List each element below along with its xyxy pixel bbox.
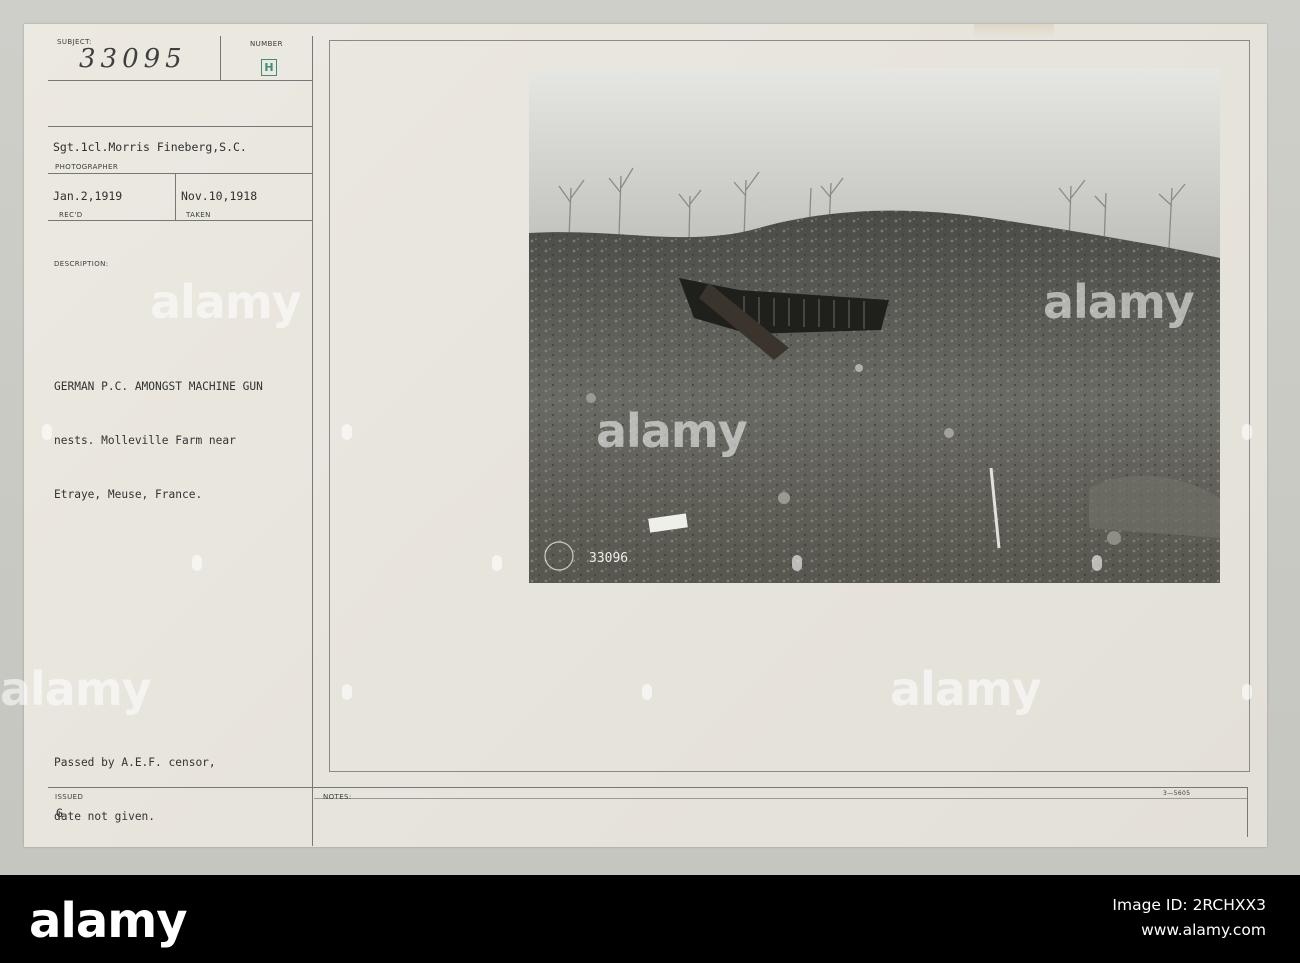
subject-row-rule: [48, 80, 312, 81]
watermark: alamy: [150, 275, 302, 329]
censor-line: date not given.: [54, 810, 156, 823]
watermark-mark: [192, 555, 202, 571]
watermark: alamy: [596, 404, 748, 458]
image-id-label: Image ID:: [1112, 896, 1188, 914]
notes-right-rule: [1247, 787, 1248, 837]
description-text: GERMAN P.C. AMONGST MACHINE GUN nests. M…: [54, 342, 354, 522]
watermark-mark: [1092, 555, 1102, 571]
photographer-name: Sgt.1cl.Morris Fineberg,S.C.: [53, 140, 247, 154]
watermark-mark: [342, 424, 352, 440]
date-divider: [175, 173, 176, 221]
image-id-line: Image ID: 2RCHXX3: [1112, 896, 1266, 914]
watermark-mark: [1242, 424, 1252, 440]
description-line: nests. Molleville Farm near: [54, 434, 236, 447]
subject-number: 33095: [79, 44, 187, 74]
watermark-mark: [342, 684, 352, 700]
watermark-mark: [1242, 684, 1252, 700]
subject-number-divider: [220, 36, 221, 81]
photo-negative-number: 33096: [589, 551, 628, 566]
description-label: DESCRIPTION:: [54, 260, 109, 268]
taken-label: TAKEN: [186, 211, 211, 219]
date-rule: [48, 220, 312, 221]
censor-note: Passed by A.E.F. censor, date not given.: [54, 718, 354, 844]
photographer-rule: [48, 173, 312, 174]
watermark-mark: [792, 555, 802, 571]
watermark-mark: [492, 555, 502, 571]
photographer-label: PHOTOGRAPHER: [55, 163, 119, 171]
issued-value: G: [56, 806, 63, 820]
notes-rule: [314, 798, 1248, 799]
form-number: 3—5605: [1163, 790, 1191, 797]
notes-label: NOTES:: [323, 793, 352, 801]
number-label: NUMBER: [250, 40, 283, 48]
watermark: alamy: [0, 662, 152, 716]
site-url: www.alamy.com: [1141, 921, 1266, 939]
watermark-mark: [642, 684, 652, 700]
watermark: alamy: [890, 662, 1042, 716]
censor-line: Passed by A.E.F. censor,: [54, 756, 216, 769]
watermark: alamy: [1043, 275, 1195, 329]
watermark-mark: [42, 424, 52, 440]
image-id: 2RCHXX3: [1192, 896, 1266, 914]
received-label: REC'D: [59, 211, 83, 219]
description-line: GERMAN P.C. AMONGST MACHINE GUN: [54, 380, 263, 393]
stock-footer-bar: [0, 875, 1300, 963]
description-line: Etraye, Meuse, France.: [54, 488, 203, 501]
received-date: Jan.2,1919: [53, 189, 123, 203]
taken-date: Nov.10,1918: [181, 189, 258, 203]
top-rule: [48, 126, 312, 127]
number-stamp: H: [261, 59, 277, 76]
issued-label: ISSUED: [55, 793, 84, 801]
alamy-logo: alamy: [29, 893, 188, 949]
